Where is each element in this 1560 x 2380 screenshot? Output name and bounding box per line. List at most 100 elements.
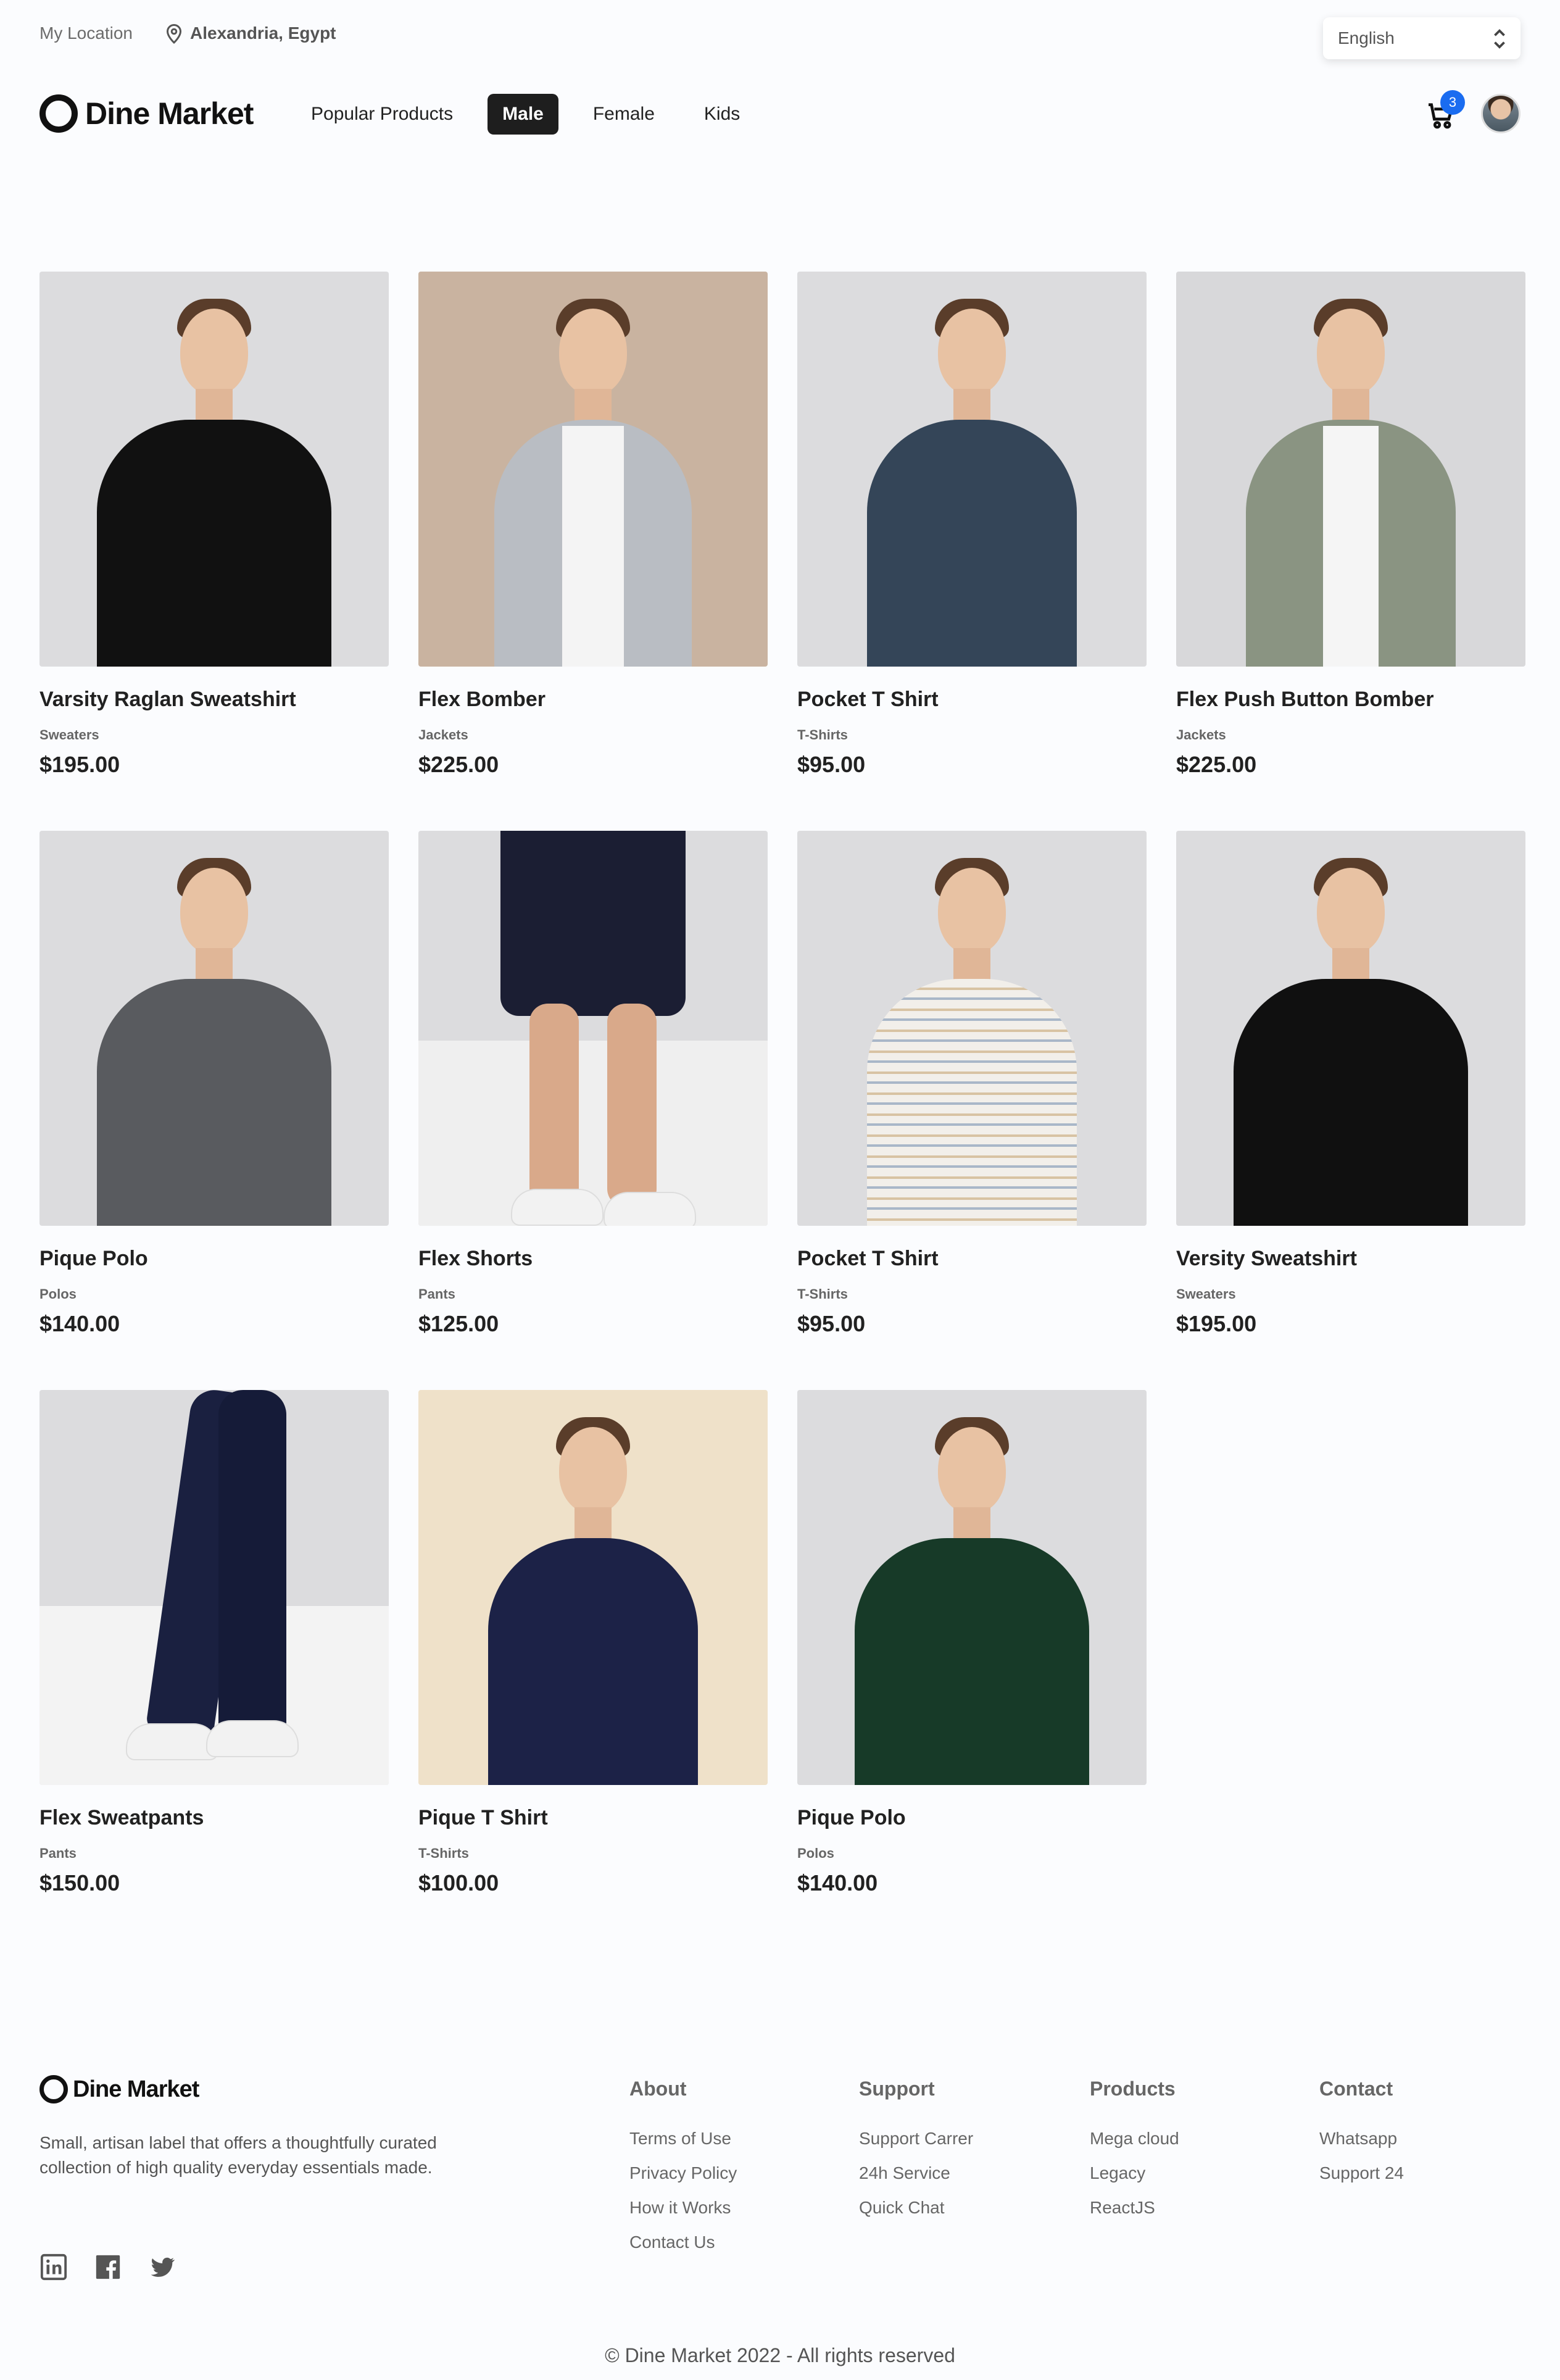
product-price: $100.00 bbox=[418, 1870, 499, 1895]
brand-logo[interactable]: Dine Market bbox=[39, 93, 254, 135]
product-price: $195.00 bbox=[39, 752, 120, 777]
product-name[interactable]: Flex Push Button Bomber bbox=[1176, 688, 1433, 712]
product-category: Sweaters bbox=[1176, 1286, 1236, 1302]
product-card[interactable]: Pique T Shirt T-Shirts $100.00 bbox=[418, 1390, 768, 1895]
product-image[interactable] bbox=[797, 1390, 1147, 1785]
footer-link[interactable]: Contact Us bbox=[629, 2232, 737, 2267]
product-card[interactable]: Flex Shorts Pants $125.00 bbox=[418, 831, 768, 1336]
chevron-up-down-icon bbox=[1494, 29, 1505, 49]
product-category: Jackets bbox=[418, 727, 468, 743]
footer-link[interactable]: Whatsapp bbox=[1319, 2129, 1404, 2163]
product-image[interactable] bbox=[39, 831, 389, 1226]
product-price: $140.00 bbox=[39, 1311, 120, 1336]
product-category: Sweaters bbox=[39, 727, 99, 743]
nav-link-female[interactable]: Female bbox=[578, 94, 670, 135]
product-name[interactable]: Flex Bomber bbox=[418, 688, 546, 712]
footer-column-title: About bbox=[629, 2078, 687, 2100]
product-name[interactable]: Pique Polo bbox=[797, 1806, 906, 1830]
footer-column-title: Contact bbox=[1319, 2078, 1393, 2100]
footer-column-title: Support bbox=[859, 2078, 935, 2100]
nav-link-male[interactable]: Male bbox=[487, 94, 558, 135]
logo-ring-icon bbox=[39, 2075, 68, 2103]
product-price: $140.00 bbox=[797, 1870, 878, 1895]
product-price: $225.00 bbox=[418, 752, 499, 777]
footer-link[interactable]: ReactJS bbox=[1090, 2198, 1179, 2232]
product-category: Polos bbox=[39, 1286, 77, 1302]
product-name[interactable]: Varsity Raglan Sweatshirt bbox=[39, 688, 296, 712]
logo-ring-icon bbox=[39, 94, 78, 133]
footer-link[interactable]: Privacy Policy bbox=[629, 2163, 737, 2198]
product-image[interactable] bbox=[1176, 272, 1525, 667]
product-card[interactable]: Pocket T Shirt T-Shirts $95.00 bbox=[797, 272, 1147, 777]
product-image[interactable] bbox=[39, 1390, 389, 1785]
product-card[interactable]: Pique Polo Polos $140.00 bbox=[39, 831, 389, 1336]
product-image[interactable] bbox=[797, 272, 1147, 667]
top-bar: My Location Alexandria, Egypt English bbox=[39, 15, 1521, 59]
product-category: Jackets bbox=[1176, 727, 1226, 743]
product-name[interactable]: Versity Sweatshirt bbox=[1176, 1247, 1357, 1271]
product-price: $95.00 bbox=[797, 1311, 866, 1336]
facebook-icon[interactable] bbox=[94, 2253, 122, 2281]
product-name[interactable]: Pique Polo bbox=[39, 1247, 148, 1271]
product-card[interactable]: Pocket T Shirt T-Shirts $95.00 bbox=[797, 831, 1147, 1336]
footer-column-contact: Contact Whatsapp Support 24 bbox=[1319, 2074, 1404, 2198]
nav-link-popular-products[interactable]: Popular Products bbox=[311, 94, 468, 135]
page: My Location Alexandria, Egypt English Di… bbox=[39, 0, 1525, 2380]
language-select[interactable]: English bbox=[1323, 17, 1521, 59]
footer-logo[interactable]: Dine Market bbox=[39, 2074, 199, 2105]
footer-brand-name: Dine Market bbox=[73, 2076, 199, 2102]
footer-link[interactable]: Terms of Use bbox=[629, 2129, 737, 2163]
footer-column-about: About Terms of Use Privacy Policy How it… bbox=[629, 2074, 737, 2267]
location-label: My Location bbox=[39, 23, 133, 43]
product-category: Polos bbox=[797, 1845, 834, 1861]
user-avatar[interactable] bbox=[1481, 94, 1521, 133]
product-price: $225.00 bbox=[1176, 752, 1257, 777]
product-card[interactable]: Varsity Raglan Sweatshirt Sweaters $195.… bbox=[39, 272, 389, 777]
product-image[interactable] bbox=[797, 831, 1147, 1226]
product-price: $150.00 bbox=[39, 1870, 120, 1895]
footer-link[interactable]: Legacy bbox=[1090, 2163, 1179, 2198]
linkedin-icon[interactable] bbox=[39, 2253, 68, 2281]
navbar: Dine Market Popular Products Male Female… bbox=[39, 90, 1521, 136]
footer-description: Small, artisan label that offers a thoug… bbox=[39, 2133, 437, 2177]
product-category: T-Shirts bbox=[418, 1845, 469, 1861]
product-image[interactable] bbox=[418, 1390, 768, 1785]
product-image[interactable] bbox=[418, 272, 768, 667]
product-name[interactable]: Pocket T Shirt bbox=[797, 688, 939, 712]
product-name[interactable]: Flex Shorts bbox=[418, 1247, 533, 1271]
product-image[interactable] bbox=[418, 831, 768, 1226]
nav-link-kids[interactable]: Kids bbox=[689, 94, 755, 135]
location-value: Alexandria, Egypt bbox=[190, 23, 336, 43]
twitter-icon[interactable] bbox=[148, 2253, 176, 2281]
footer-link[interactable]: Quick Chat bbox=[859, 2198, 973, 2232]
footer-column-support: Support Support Carrer 24h Service Quick… bbox=[859, 2074, 973, 2232]
cart-button[interactable]: 3 bbox=[1424, 90, 1465, 132]
footer-column-products: Products Mega cloud Legacy ReactJS bbox=[1090, 2074, 1179, 2232]
product-name[interactable]: Pique T Shirt bbox=[418, 1806, 548, 1830]
footer-link[interactable]: Support 24 bbox=[1319, 2163, 1404, 2198]
product-card[interactable]: Versity Sweatshirt Sweaters $195.00 bbox=[1176, 831, 1525, 1336]
footer-link[interactable]: How it Works bbox=[629, 2198, 737, 2232]
brand-name: Dine Market bbox=[85, 96, 254, 131]
product-price: $95.00 bbox=[797, 752, 866, 777]
copyright: © Dine Market 2022 - All rights reserved bbox=[605, 2344, 955, 2366]
product-category: T-Shirts bbox=[797, 1286, 848, 1302]
product-card[interactable]: Pique Polo Polos $140.00 bbox=[797, 1390, 1147, 1895]
product-card[interactable]: Flex Push Button Bomber Jackets $225.00 bbox=[1176, 272, 1525, 777]
footer-link[interactable]: 24h Service bbox=[859, 2163, 973, 2198]
product-price: $195.00 bbox=[1176, 1311, 1257, 1336]
nav-links: Popular Products Male Female Kids bbox=[311, 93, 774, 136]
product-image[interactable] bbox=[39, 272, 389, 667]
product-price: $125.00 bbox=[418, 1311, 499, 1336]
footer-column-title: Products bbox=[1090, 2078, 1176, 2100]
product-card[interactable]: Flex Sweatpants Pants $150.00 bbox=[39, 1390, 389, 1895]
product-card[interactable]: Flex Bomber Jackets $225.00 bbox=[418, 272, 768, 777]
location-pin-icon bbox=[166, 24, 182, 44]
language-value: English bbox=[1338, 28, 1395, 48]
product-image[interactable] bbox=[1176, 831, 1525, 1226]
product-name[interactable]: Flex Sweatpants bbox=[39, 1806, 204, 1830]
footer-link[interactable]: Support Carrer bbox=[859, 2129, 973, 2163]
product-category: Pants bbox=[39, 1845, 77, 1861]
product-name[interactable]: Pocket T Shirt bbox=[797, 1247, 939, 1271]
footer-link[interactable]: Mega cloud bbox=[1090, 2129, 1179, 2163]
